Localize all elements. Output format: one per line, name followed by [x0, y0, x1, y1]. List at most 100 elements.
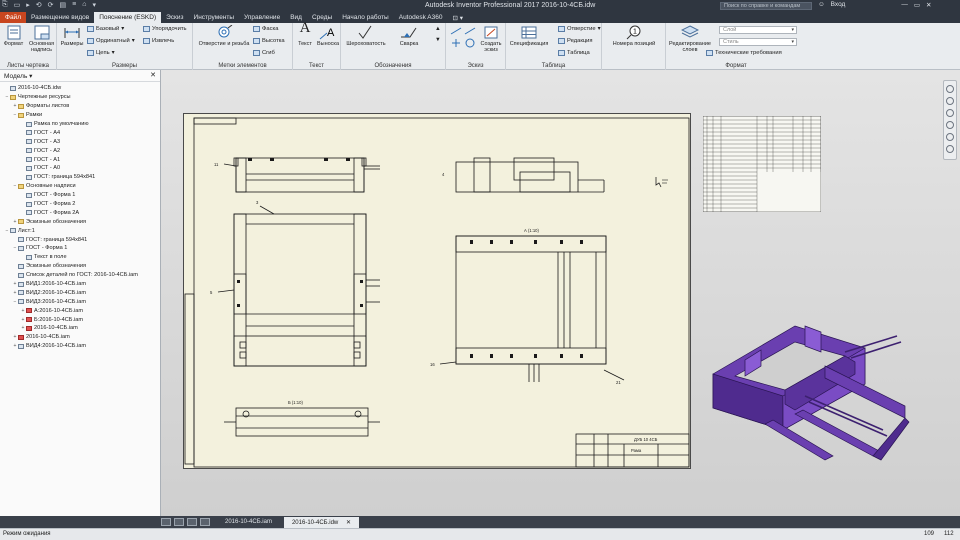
browser-node[interactable]: − Рамки — [0, 111, 160, 120]
view-cube-icon[interactable] — [946, 85, 954, 93]
create-sketch-button[interactable]: Создать эскиз — [478, 25, 504, 53]
steering-wheel-icon[interactable] — [946, 97, 954, 105]
doc-tab-drawing[interactable]: 2016-10-4СБ.idw ✕ — [283, 516, 359, 528]
balloon-button[interactable]: 1 Номера позиций — [606, 25, 662, 47]
browser-node[interactable]: ГОСТ: граница 594х841 — [0, 173, 160, 182]
maximize-icon[interactable]: ▭ — [914, 1, 920, 9]
hole-thread-button[interactable]: Отверстие и резьба — [196, 25, 252, 47]
browser-node[interactable]: ГОСТ - А1 — [0, 155, 160, 164]
weld-button[interactable]: Сварка — [394, 25, 424, 47]
browser-node[interactable]: − ГОСТ - Форма 1 — [0, 244, 160, 253]
orbit-icon[interactable] — [946, 133, 954, 141]
tab-extra[interactable]: ⊡ ▾ — [447, 12, 468, 23]
browser-node[interactable]: ГОСТ - А3 — [0, 137, 160, 146]
pan-icon[interactable] — [946, 109, 954, 117]
browser-node[interactable]: ГОСТ - А4 — [0, 128, 160, 137]
close-icon[interactable]: ✕ — [150, 71, 156, 79]
tab-environments[interactable]: Среды — [307, 12, 337, 23]
chain-button[interactable]: Цепь ▾ — [87, 50, 115, 56]
browser-node[interactable]: Рамка по умолчанию — [0, 120, 160, 129]
look-at-icon[interactable] — [946, 145, 954, 153]
tab-a360[interactable]: Autodesk A360 — [394, 12, 448, 23]
drawing-sheet[interactable]: ДУБ 10 4СБ Рама А (1:10) Б (1:10) 11 5 3… — [183, 113, 691, 469]
tile-windows-icon[interactable] — [161, 518, 171, 526]
ordinate-button[interactable]: Ординатный ▾ — [87, 38, 135, 44]
arrange-windows-icon[interactable] — [187, 518, 197, 526]
chamfer-button[interactable]: Фаска — [253, 26, 278, 32]
leader-text-button[interactable]: A Выноска — [316, 25, 340, 47]
browser-node[interactable]: + ВИД1:2016-10-4СБ.iam — [0, 280, 160, 289]
browser-node[interactable]: +2016-10-4СБ.iam — [0, 324, 160, 333]
sketch-tools-icon[interactable] — [449, 26, 479, 56]
style-select[interactable]: Стиль — [719, 38, 797, 46]
tab-tools[interactable]: Инструменты — [189, 12, 240, 23]
baseline-button[interactable]: Базовый ▾ — [87, 26, 124, 32]
bend-button[interactable]: Сгиб — [253, 50, 275, 56]
tab-file[interactable]: Файл — [0, 12, 26, 23]
browser-node[interactable]: ГОСТ - Форма 1 — [0, 191, 160, 200]
browser-node[interactable]: − Лист:1 — [0, 226, 160, 235]
quick-access-new[interactable]: ⎘ — [2, 1, 8, 9]
browser-node[interactable]: 2016-10-4СБ.idw — [0, 84, 160, 93]
browser-node[interactable]: ГОСТ - А0 — [0, 164, 160, 173]
quick-access-undo[interactable]: ⟲ — [36, 1, 42, 9]
symbols-scroll-up[interactable]: ▲ — [435, 26, 441, 32]
parts-list-table[interactable] — [703, 116, 821, 212]
quick-access-open[interactable]: ▭ — [14, 1, 21, 9]
tab-get-started[interactable]: Начало работы — [337, 12, 394, 23]
zoom-icon[interactable] — [946, 121, 954, 129]
browser-title[interactable]: Модель ▾ — [4, 72, 32, 80]
browser-node[interactable]: − Чертежные ресурсы — [0, 93, 160, 102]
sign-in-link[interactable]: Вход — [831, 1, 846, 9]
arrange-button[interactable]: Упорядочить — [143, 26, 187, 32]
height-button[interactable]: Высотка — [253, 38, 285, 44]
quick-access-save[interactable]: ▸ — [26, 1, 30, 9]
browser-node[interactable]: − Основные надписи — [0, 182, 160, 191]
table-button[interactable]: Таблица — [558, 50, 590, 56]
quick-access-redo[interactable]: ⟳ — [48, 1, 54, 9]
browser-node[interactable]: Эскизные обозначения — [0, 262, 160, 271]
revision-button[interactable]: Редакция — [558, 38, 593, 44]
close-icon[interactable]: ✕ — [346, 520, 351, 526]
quick-access-props[interactable]: ≡ — [72, 1, 76, 9]
browser-node[interactable]: + А:2016-10-4СБ.iam — [0, 306, 160, 315]
hole-table-button[interactable]: Отверстие ▾ — [558, 26, 601, 32]
symbols-scroll-down[interactable]: ▼ — [435, 37, 441, 43]
close-icon[interactable]: ✕ — [926, 1, 931, 9]
parts-list-button[interactable]: Спецификация — [507, 25, 551, 47]
technical-requirements-button[interactable]: Технические требования — [706, 50, 782, 56]
browser-node[interactable]: − ВИД3:2016-10-4СБ.iam — [0, 297, 160, 306]
browser-node[interactable]: +2016-10-4СБ.iam — [0, 333, 160, 342]
browser-node[interactable]: ГОСТ: граница 594х841 — [0, 235, 160, 244]
surface-roughness-button[interactable]: Шероховатость — [343, 25, 389, 47]
edit-layers-button[interactable]: Редактирование слоев — [666, 25, 714, 53]
format-button[interactable]: Формат — [1, 25, 26, 47]
dimension-button[interactable]: Размеры — [59, 25, 85, 47]
browser-node[interactable]: ГОСТ - Форма 2А — [0, 208, 160, 217]
window-list-icon[interactable] — [200, 518, 210, 526]
browser-node[interactable]: + Форматы листов — [0, 102, 160, 111]
browser-node[interactable]: ГОСТ - Форма 2 — [0, 200, 160, 209]
browser-node[interactable]: + Эскизные обозначения — [0, 217, 160, 226]
quick-access-print[interactable]: ▤ — [60, 1, 67, 9]
tab-place-views[interactable]: Размещение видов — [26, 12, 94, 23]
tab-manage[interactable]: Управление — [239, 12, 285, 23]
minimize-icon[interactable]: — — [901, 1, 908, 9]
browser-node[interactable]: Список деталей по ГОСТ: 2016-10-4СБ.iam — [0, 271, 160, 280]
quick-access-more[interactable]: ▾ — [92, 1, 96, 9]
browser-node[interactable]: + Б:2016-10-4СБ.iam — [0, 315, 160, 324]
retrieve-button[interactable]: Извлечь — [143, 38, 174, 44]
graphics-window[interactable]: ДУБ 10 4СБ Рама А (1:10) Б (1:10) 11 5 3… — [161, 70, 960, 516]
browser-node[interactable]: Текст в поле — [0, 253, 160, 262]
tab-sketch[interactable]: Эскиз — [161, 12, 188, 23]
layer-select[interactable]: Слой — [719, 26, 797, 34]
browser-node[interactable]: ГОСТ - А2 — [0, 146, 160, 155]
browser-node[interactable]: + ВИД2:2016-10-4СБ.iam — [0, 288, 160, 297]
doc-tab-assembly[interactable]: 2016-10-4СБ.iam — [217, 517, 280, 528]
text-button[interactable]: A Текст — [294, 21, 316, 48]
help-search-input[interactable]: Поиск по справке и командам — [720, 2, 812, 10]
quick-access-home[interactable]: ⌂ — [82, 1, 86, 9]
user-icon[interactable]: ☺ — [818, 1, 825, 9]
assembly-3d-model[interactable] — [705, 318, 913, 468]
title-block-button[interactable]: Основная надпись — [27, 25, 56, 53]
